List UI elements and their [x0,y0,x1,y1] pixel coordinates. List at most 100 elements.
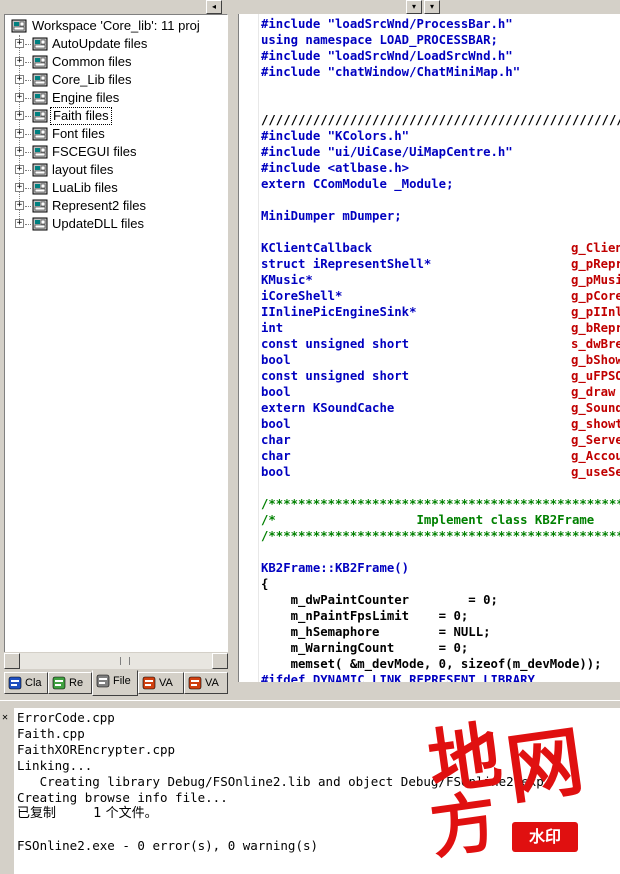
code-line: bool g_useServ [261,464,620,480]
code-line: bool g_bShowFP [261,352,620,368]
close-icon[interactable]: ✕ [2,712,8,723]
code-text: memset( &m_devMode, 0, sizeof(m_devMode)… [261,657,602,671]
scroll-left-button[interactable]: ◂ [206,0,222,14]
tab-re[interactable]: Re [48,672,92,694]
code-text: struct iRepresentShell* [261,257,432,271]
code-text: int [261,321,284,335]
expand-icon[interactable]: + [15,93,24,102]
output-line: FaithXOREncrypter.cpp [17,742,176,757]
expand-icon[interactable]: + [15,165,24,174]
identifier-text: g_useServ [571,465,620,479]
expand-icon[interactable]: + [15,129,24,138]
code-text: #include "loadSrcWnd/LoadSrcWnd.h" [261,49,513,63]
project-item[interactable]: + Faith files [5,107,227,125]
expand-icon[interactable]: + [15,147,24,156]
code-text: #include "chatWindow/ChatMiniMap.h" [261,65,521,79]
code-text: KB2Frame::KB2Frame() [261,561,410,575]
expand-icon[interactable]: + [15,201,24,210]
project-item[interactable]: + AutoUpdate files [5,35,227,53]
expand-icon[interactable]: + [15,111,24,120]
code-line: #ifdef DYNAMIC_LINK_REPRESENT_LIBRARY [261,672,535,682]
code-text: /* Implement class KB2Frame [261,513,595,527]
project-item[interactable]: + Represent2 files [5,197,227,215]
code-text: using namespace LOAD_PROCESSBAR; [261,33,498,47]
identifier-text: s_dwBreat [571,337,620,351]
scroll-left-arrow[interactable] [4,653,20,669]
top-toolbar-strip: ◂ ▾ ▾ [0,0,620,14]
tree-connector [25,188,31,189]
code-line: /***************************************… [261,496,620,512]
code-line: /***************************************… [261,528,620,544]
project-item[interactable]: + FSCEGUI files [5,143,227,161]
project-icon [32,73,48,87]
horizontal-splitter[interactable] [0,700,620,708]
project-item[interactable]: + LuaLib files [5,179,227,197]
workspace-tabs: Cla Re File VA VA [4,670,228,698]
project-label: AutoUpdate files [52,36,148,51]
project-item[interactable]: + Engine files [5,89,227,107]
identifier-text: g_pRepres [571,257,620,271]
code-line: #include "chatWindow/ChatMiniMap.h" [261,64,520,80]
tree-connector [25,62,31,63]
code-text: bool [261,353,291,367]
tab-file[interactable]: File [92,670,138,696]
workspace-root-label: Workspace 'Core_lib': 11 proj [32,18,200,33]
tab-cla[interactable]: Cla [4,672,48,694]
tab-va[interactable]: VA [138,672,184,694]
project-item[interactable]: + Font files [5,125,227,143]
project-label: FSCEGUI files [52,144,137,159]
code-text: #include "ui/UiCase/UiMapCentre.h" [261,145,513,159]
tree-connector [25,134,31,135]
project-item[interactable]: + Core_Lib files [5,71,227,89]
project-label: Font files [52,126,105,141]
code-line: #include "loadSrcWnd/LoadSrcWnd.h" [261,48,513,64]
project-item[interactable]: + Common files [5,53,227,71]
expand-icon[interactable]: + [15,183,24,192]
code-line: KMusic* g_pMusicS [261,272,620,288]
expand-icon[interactable]: + [15,219,24,228]
code-line: /* Implement class KB2Frame [261,512,594,528]
identifier-text: g_Account [571,449,620,463]
scrollbar-thumb[interactable] [20,653,212,669]
expand-icon[interactable]: + [15,39,24,48]
code-text: #include <atlbase.h> [261,161,410,175]
project-icon [32,181,48,195]
expand-icon[interactable]: + [15,57,24,66]
output-line: Faith.cpp [17,726,85,741]
expand-icon[interactable]: + [15,75,24,84]
project-item[interactable]: + UpdateDLL files [5,215,227,233]
code-line: m_dwPaintCounter = 0; [261,592,498,608]
vertical-splitter[interactable] [230,0,238,700]
project-label: Common files [52,54,132,69]
code-editor[interactable]: #include "loadSrcWnd/ProcessBar.h" using … [238,14,620,682]
tab-label: VA [205,677,219,689]
combo-dropdown-button-2[interactable]: ▾ [424,0,440,14]
build-output-panel[interactable]: ErrorCode.cpp Faith.cpp FaithXOREncrypter.… [14,708,620,874]
project-label: Represent2 files [52,198,146,213]
output-line: FSOnline2.exe - 0 error(s), 0 warning(s) [17,838,319,853]
code-line: { [261,576,268,592]
code-text: extern CComModule _Module; [261,177,454,191]
scroll-right-arrow[interactable] [212,653,228,669]
workspace-root[interactable]: Workspace 'Core_lib': 11 proj [5,17,227,35]
tree-connector [25,116,31,117]
workspace-tree[interactable]: Workspace 'Core_lib': 11 proj + AutoUpdat… [4,14,228,666]
tree-horizontal-scrollbar[interactable] [4,652,228,669]
output-panel-grip[interactable] [0,708,14,874]
combo-dropdown-button-1[interactable]: ▾ [406,0,422,14]
code-text: { [261,577,269,591]
code-line: bool g_showtip [261,416,620,432]
code-line: extern CComModule _Module; [261,176,454,192]
tab-va[interactable]: VA [184,672,228,694]
project-icon [32,217,48,231]
code-text: KClientCallback [261,241,373,255]
code-line: #include <atlbase.h> [261,160,409,176]
output-line: Creating library Debug/FSOnline2.lib and… [17,774,544,789]
identifier-text: g_SoundCa [571,401,620,415]
project-label: layout files [52,162,114,177]
project-icon [32,91,48,105]
identifier-text: g_draw [571,385,616,399]
file-view-icon [96,674,110,688]
project-item[interactable]: + layout files [5,161,227,179]
code-line: #include "loadSrcWnd/ProcessBar.h" [261,16,513,32]
